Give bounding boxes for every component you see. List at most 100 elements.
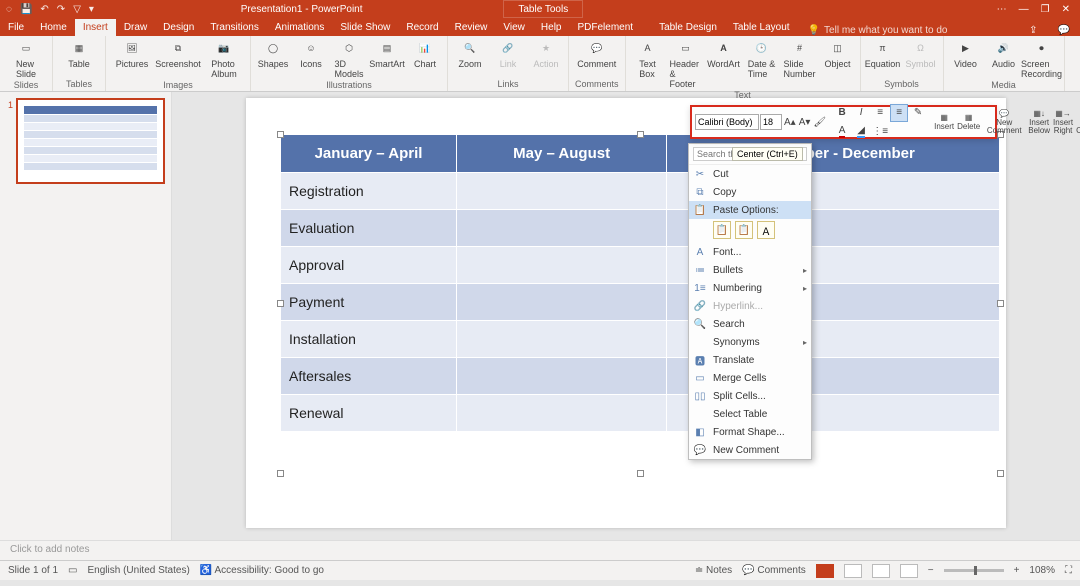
selection-handle[interactable] xyxy=(277,131,284,138)
symbol-button[interactable]: ΩSymbol xyxy=(905,38,937,69)
ctx-hyperlink[interactable]: 🔗Hyperlink... xyxy=(689,297,811,315)
qat-more-icon[interactable]: ▾ xyxy=(89,4,94,15)
notes-pane[interactable]: Click to add notes xyxy=(0,540,1080,560)
mini-insert-right-button[interactable]: ▦→Insert Right xyxy=(1052,107,1074,137)
table-cell[interactable] xyxy=(457,210,667,247)
highlight-icon[interactable]: ✎ xyxy=(909,104,927,122)
slide-editor[interactable]: January – April May – August September -… xyxy=(172,92,1080,540)
table-cell[interactable]: Aftersales xyxy=(281,358,457,395)
mini-new-comment-button[interactable]: 💬New Comment xyxy=(987,107,1021,137)
increase-font-icon[interactable]: A▴ xyxy=(783,113,797,131)
slide-number-button[interactable]: #Slide Number xyxy=(784,38,816,79)
slide-canvas[interactable]: January – April May – August September -… xyxy=(246,98,1006,528)
tab-file[interactable]: File xyxy=(0,19,32,36)
video-button[interactable]: ▶Video xyxy=(950,38,982,69)
paste-merge-icon[interactable]: 📋 xyxy=(735,221,753,239)
ctx-select-table[interactable]: Select Table xyxy=(689,405,811,423)
align-center-icon[interactable]: ≡ xyxy=(890,104,908,122)
ctx-numbering[interactable]: 1≡Numbering▸ xyxy=(689,279,811,297)
font-name-input[interactable] xyxy=(695,114,759,130)
table-cell[interactable]: Registration xyxy=(281,173,457,210)
fit-to-window-button[interactable]: ⛶ xyxy=(1065,565,1072,576)
tab-home[interactable]: Home xyxy=(32,19,75,36)
ribbon-display-options-icon[interactable]: ⋯ xyxy=(997,4,1007,15)
format-painter-icon[interactable]: 🖌 xyxy=(812,113,827,131)
screenshot-button[interactable]: ⧉Screenshot xyxy=(158,38,198,69)
selection-handle[interactable] xyxy=(637,131,644,138)
thumbnail-pane[interactable]: 1 xyxy=(0,92,172,540)
status-slide-indicator[interactable]: Slide 1 of 1 xyxy=(8,565,58,576)
ctx-font[interactable]: AFont... xyxy=(689,243,811,261)
tab-table-layout[interactable]: Table Layout xyxy=(725,19,798,36)
smartart-button[interactable]: ▤SmartArt xyxy=(371,38,403,69)
pictures-button[interactable]: 🖼Pictures xyxy=(112,38,152,69)
table-cell[interactable] xyxy=(457,395,667,432)
wordart-button[interactable]: 𝐀WordArt xyxy=(708,38,740,69)
tab-help[interactable]: Help xyxy=(533,19,570,36)
photo-album-button[interactable]: 📷Photo Album xyxy=(204,38,244,79)
3d-models-button[interactable]: ⬡3D Models xyxy=(333,38,365,79)
selection-handle[interactable] xyxy=(997,300,1004,307)
save-icon[interactable]: 💾 xyxy=(20,4,32,15)
align-left-icon[interactable]: ≡ xyxy=(871,104,889,122)
header-footer-button[interactable]: ▭Header & Footer xyxy=(670,38,702,89)
undo-icon[interactable]: ↶ xyxy=(40,4,48,15)
ctx-new-comment[interactable]: 💬New Comment xyxy=(689,441,811,459)
table-cell[interactable] xyxy=(457,284,667,321)
selection-handle[interactable] xyxy=(637,470,644,477)
equation-button[interactable]: πEquation xyxy=(867,38,899,69)
link-button[interactable]: 🔗Link xyxy=(492,38,524,69)
status-notes-button[interactable]: ≐ Notes xyxy=(695,565,732,576)
table-cell[interactable] xyxy=(457,173,667,210)
fill-color-icon[interactable]: ◢ xyxy=(852,123,870,141)
share-button[interactable]: ⇪ xyxy=(1019,25,1047,36)
status-comments-button[interactable]: 💬 Comments xyxy=(742,565,806,576)
table-cell[interactable]: Approval xyxy=(281,247,457,284)
selection-handle[interactable] xyxy=(997,470,1004,477)
redo-icon[interactable]: ↷ xyxy=(57,4,65,15)
screen-recording-button[interactable]: ⏺Screen Recording xyxy=(1026,38,1058,79)
table-cell[interactable]: Renewal xyxy=(281,395,457,432)
status-accessibility[interactable]: ♿ Accessibility: Good to go xyxy=(200,565,324,576)
restore-button[interactable]: ❐ xyxy=(1041,4,1050,15)
table-cell[interactable] xyxy=(457,247,667,284)
object-button[interactable]: ◫Object xyxy=(822,38,854,69)
tab-design[interactable]: Design xyxy=(155,19,202,36)
table-header-1[interactable]: May – August xyxy=(457,135,667,173)
comments-pane-button[interactable]: 💬 xyxy=(1048,25,1080,36)
ctx-format-shape[interactable]: ◧Format Shape... xyxy=(689,423,811,441)
slide-thumbnail[interactable]: 1 xyxy=(16,98,165,184)
mini-delete-columns-button[interactable]: ▦✕Delete Columns xyxy=(1075,107,1080,137)
text-box-button[interactable]: AText Box xyxy=(632,38,664,79)
view-slideshow-button[interactable] xyxy=(900,564,918,578)
font-color-icon[interactable]: A xyxy=(833,123,851,141)
table-cell[interactable] xyxy=(457,321,667,358)
mini-insert-below-button[interactable]: ▦↓Insert Below xyxy=(1027,107,1051,137)
paste-text-only-icon[interactable]: Ａ xyxy=(757,221,775,239)
date-time-button[interactable]: 🕒Date & Time xyxy=(746,38,778,79)
action-button[interactable]: ★Action xyxy=(530,38,562,69)
ctx-cut[interactable]: ✂Cut xyxy=(689,165,811,183)
tab-transitions[interactable]: Transitions xyxy=(202,19,267,36)
close-button[interactable]: ✕ xyxy=(1062,4,1070,15)
ctx-synonyms[interactable]: Synonyms▸ xyxy=(689,333,811,351)
shapes-button[interactable]: ◯Shapes xyxy=(257,38,289,69)
zoom-slider[interactable] xyxy=(944,569,1004,572)
italic-button[interactable]: I xyxy=(852,104,870,122)
ctx-bullets[interactable]: ≔Bullets▸ xyxy=(689,261,811,279)
bold-button[interactable]: B xyxy=(833,104,851,122)
selection-handle[interactable] xyxy=(277,470,284,477)
view-normal-button[interactable] xyxy=(816,564,834,578)
table-cell[interactable] xyxy=(457,358,667,395)
autosave-toggle[interactable]: ◌ xyxy=(6,4,12,15)
start-slideshow-icon[interactable]: ▽ xyxy=(73,4,81,15)
zoom-out-button[interactable]: − xyxy=(928,565,934,576)
ctx-paste-options[interactable]: 📋Paste Options: xyxy=(689,201,811,219)
table-header-0[interactable]: January – April xyxy=(281,135,457,173)
view-sorter-button[interactable] xyxy=(844,564,862,578)
ctx-search[interactable]: 🔍Search xyxy=(689,315,811,333)
table-cell[interactable]: Payment xyxy=(281,284,457,321)
tab-insert[interactable]: Insert xyxy=(75,19,116,36)
tab-review[interactable]: Review xyxy=(447,19,496,36)
view-reading-button[interactable] xyxy=(872,564,890,578)
